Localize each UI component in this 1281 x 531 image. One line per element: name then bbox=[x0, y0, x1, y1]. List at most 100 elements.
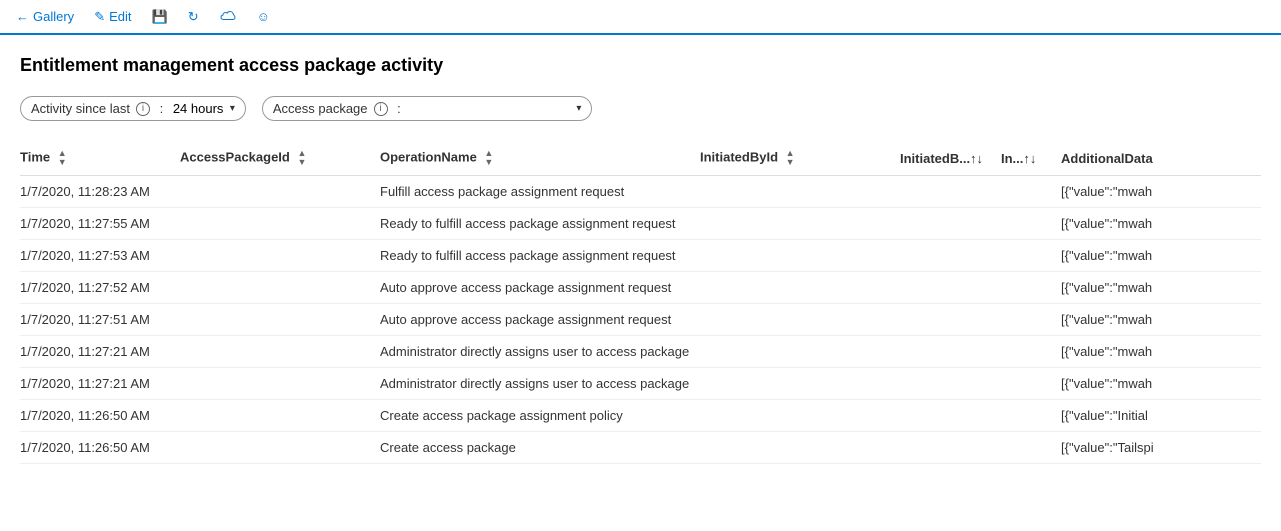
cell-initb2 bbox=[900, 208, 1001, 240]
table-body: 1/7/2020, 11:28:23 AM Fulfill access pac… bbox=[20, 176, 1261, 464]
cell-apid bbox=[180, 176, 380, 208]
cell-adddata: [{"value":"Tailspi bbox=[1061, 432, 1261, 464]
access-package-filter-wrapper[interactable]: Access package i : ▾ bbox=[262, 96, 593, 121]
refresh-icon: ↻ bbox=[188, 9, 199, 25]
cell-initb2 bbox=[900, 368, 1001, 400]
cell-opname: Auto approve access package assignment r… bbox=[380, 304, 700, 336]
cell-adddata: [{"value":"mwah bbox=[1061, 208, 1261, 240]
cell-time: 1/7/2020, 11:27:21 AM bbox=[20, 368, 180, 400]
cell-initb2 bbox=[900, 336, 1001, 368]
col-header-additionaldata[interactable]: AdditionalData bbox=[1061, 141, 1261, 176]
cell-in3 bbox=[1001, 400, 1061, 432]
sort-icon-time: ▲▼ bbox=[58, 149, 67, 167]
cell-initb2 bbox=[900, 400, 1001, 432]
emoji-button[interactable]: ☺ bbox=[253, 7, 274, 26]
table-row: 1/7/2020, 11:27:55 AM Ready to fulfill a… bbox=[20, 208, 1261, 240]
sort-icon-apid: ▲▼ bbox=[297, 149, 306, 167]
cell-opname: Fulfill access package assignment reques… bbox=[380, 176, 700, 208]
edit-button[interactable]: ✎ Edit bbox=[90, 7, 135, 27]
col-header-initiatedbyid[interactable]: InitiatedById ▲▼ bbox=[700, 141, 900, 176]
activity-chevron-icon: ▾ bbox=[230, 103, 235, 114]
table-row: 1/7/2020, 11:28:23 AM Fulfill access pac… bbox=[20, 176, 1261, 208]
cell-adddata: [{"value":"mwah bbox=[1061, 336, 1261, 368]
data-table: Time ▲▼ AccessPackageId ▲▼ OperationName… bbox=[20, 141, 1261, 464]
col-header-in3[interactable]: In...↑↓ bbox=[1001, 141, 1061, 176]
cell-apid bbox=[180, 432, 380, 464]
table-row: 1/7/2020, 11:27:21 AM Administrator dire… bbox=[20, 368, 1261, 400]
cell-apid bbox=[180, 208, 380, 240]
cell-initbyid bbox=[700, 336, 900, 368]
cell-time: 1/7/2020, 11:27:52 AM bbox=[20, 272, 180, 304]
cell-time: 1/7/2020, 11:26:50 AM bbox=[20, 400, 180, 432]
table-row: 1/7/2020, 11:27:51 AM Auto approve acces… bbox=[20, 304, 1261, 336]
edit-label: Edit bbox=[109, 9, 131, 24]
cell-opname: Administrator directly assigns user to a… bbox=[380, 368, 700, 400]
table-row: 1/7/2020, 11:26:50 AM Create access pack… bbox=[20, 432, 1261, 464]
cell-opname: Ready to fulfill access package assignme… bbox=[380, 208, 700, 240]
save-icon: 💾 bbox=[152, 9, 168, 25]
cell-apid bbox=[180, 240, 380, 272]
cell-adddata: [{"value":"mwah bbox=[1061, 240, 1261, 272]
cloud-button[interactable] bbox=[215, 6, 241, 27]
cell-in3 bbox=[1001, 432, 1061, 464]
cell-apid bbox=[180, 304, 380, 336]
cell-adddata: [{"value":"Initial bbox=[1061, 400, 1261, 432]
gallery-label: Gallery bbox=[33, 9, 74, 24]
cell-opname: Create access package assignment policy bbox=[380, 400, 700, 432]
cell-initb2 bbox=[900, 240, 1001, 272]
activity-select[interactable]: 24 hours 48 hours 7 days 30 days bbox=[173, 101, 224, 116]
cell-time: 1/7/2020, 11:27:51 AM bbox=[20, 304, 180, 336]
table-row: 1/7/2020, 11:27:21 AM Administrator dire… bbox=[20, 336, 1261, 368]
cell-initb2 bbox=[900, 304, 1001, 336]
cell-time: 1/7/2020, 11:26:50 AM bbox=[20, 432, 180, 464]
cell-adddata: [{"value":"mwah bbox=[1061, 368, 1261, 400]
arrow-left-icon: ← bbox=[16, 9, 29, 24]
gallery-button[interactable]: ← Gallery bbox=[12, 7, 78, 26]
page-title: Entitlement management access package ac… bbox=[20, 55, 1261, 76]
cell-in3 bbox=[1001, 304, 1061, 336]
cell-in3 bbox=[1001, 336, 1061, 368]
cloud-icon bbox=[219, 8, 237, 25]
cell-initb2 bbox=[900, 176, 1001, 208]
cell-adddata: [{"value":"mwah bbox=[1061, 304, 1261, 336]
cell-opname: Ready to fulfill access package assignme… bbox=[380, 240, 700, 272]
cell-in3 bbox=[1001, 208, 1061, 240]
cell-opname: Create access package bbox=[380, 432, 700, 464]
cell-adddata: [{"value":"mwah bbox=[1061, 176, 1261, 208]
cell-in3 bbox=[1001, 240, 1061, 272]
col-header-accesspackageid[interactable]: AccessPackageId ▲▼ bbox=[180, 141, 380, 176]
cell-time: 1/7/2020, 11:28:23 AM bbox=[20, 176, 180, 208]
access-package-chevron-icon: ▾ bbox=[576, 103, 581, 114]
main-content: Entitlement management access package ac… bbox=[0, 35, 1281, 484]
cell-in3 bbox=[1001, 176, 1061, 208]
emoji-icon: ☺ bbox=[257, 9, 270, 24]
table-row: 1/7/2020, 11:27:53 AM Ready to fulfill a… bbox=[20, 240, 1261, 272]
col-header-initiatedb2[interactable]: InitiatedB...↑↓ bbox=[900, 141, 1001, 176]
col-header-time[interactable]: Time ▲▼ bbox=[20, 141, 180, 176]
cell-time: 1/7/2020, 11:27:53 AM bbox=[20, 240, 180, 272]
table-header: Time ▲▼ AccessPackageId ▲▼ OperationName… bbox=[20, 141, 1261, 176]
cell-time: 1/7/2020, 11:27:55 AM bbox=[20, 208, 180, 240]
access-package-select[interactable] bbox=[410, 101, 570, 116]
cell-time: 1/7/2020, 11:27:21 AM bbox=[20, 336, 180, 368]
cell-initbyid bbox=[700, 176, 900, 208]
cell-apid bbox=[180, 400, 380, 432]
access-package-info-icon: i bbox=[374, 102, 388, 116]
access-package-filter-label: Access package bbox=[273, 101, 368, 116]
colon-separator: : bbox=[156, 101, 167, 116]
sort-icon-initbyid: ▲▼ bbox=[786, 149, 795, 167]
refresh-button[interactable]: ↻ bbox=[184, 7, 203, 27]
activity-filter-wrapper[interactable]: Activity since last i : 24 hours 48 hour… bbox=[20, 96, 246, 121]
pencil-icon: ✎ bbox=[94, 9, 105, 25]
cell-apid bbox=[180, 336, 380, 368]
cell-initbyid bbox=[700, 432, 900, 464]
cell-opname: Administrator directly assigns user to a… bbox=[380, 336, 700, 368]
col-header-operationname[interactable]: OperationName ▲▼ bbox=[380, 141, 700, 176]
table-row: 1/7/2020, 11:27:52 AM Auto approve acces… bbox=[20, 272, 1261, 304]
cell-in3 bbox=[1001, 272, 1061, 304]
cell-initbyid bbox=[700, 400, 900, 432]
sort-icon-opname: ▲▼ bbox=[484, 149, 493, 167]
save-button[interactable]: 💾 bbox=[148, 7, 172, 27]
cell-initb2 bbox=[900, 272, 1001, 304]
table-row: 1/7/2020, 11:26:50 AM Create access pack… bbox=[20, 400, 1261, 432]
